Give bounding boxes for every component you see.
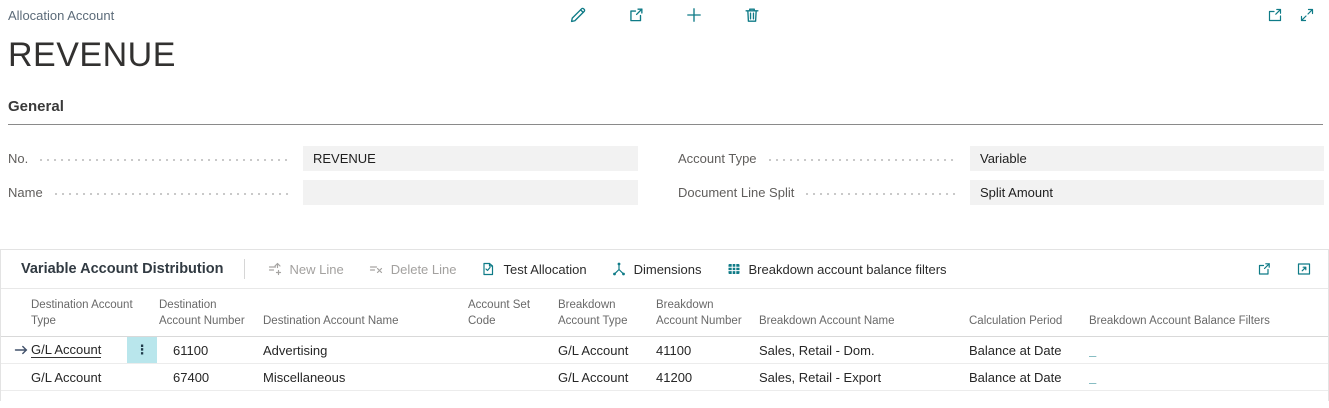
row-context-menu-icon[interactable]: ⋮ xyxy=(127,337,157,363)
field-no-label: No. xyxy=(8,151,28,166)
window-actions xyxy=(1267,7,1315,23)
destination-account-number-link[interactable]: 61100 xyxy=(173,343,208,358)
field-name: Name xyxy=(8,175,638,209)
cell-breakdown-account-type[interactable]: G/L Account xyxy=(558,370,656,385)
delete-line-icon xyxy=(368,261,384,277)
expand-icon[interactable] xyxy=(1299,7,1315,23)
table-row: G/L Account ⋮ 61100 Advertising G/L Acco… xyxy=(1,337,1328,364)
distribution-toolbar: Variable Account Distribution New Line D… xyxy=(1,250,1328,288)
field-no: No. REVENUE xyxy=(8,141,638,175)
general-fields-right: Account Type Variable Document Line Spli… xyxy=(678,141,1324,209)
general-heading-row[interactable]: General xyxy=(8,98,1323,125)
cell-breakdown-account-number[interactable]: 41100 xyxy=(656,343,759,358)
general-fields: No. REVENUE Name Account Type Variable xyxy=(0,125,1329,209)
cell-destination-account-number: 61100 xyxy=(159,343,263,358)
new-line-icon xyxy=(267,261,283,277)
cell-calculation-period[interactable]: Balance at Date xyxy=(969,370,1089,385)
focus-mode-icon[interactable] xyxy=(1296,261,1312,277)
field-document-line-split-label: Document Line Split xyxy=(678,185,794,200)
general-fields-left: No. REVENUE Name xyxy=(8,141,638,209)
command-actions xyxy=(569,6,761,24)
general-heading: General xyxy=(8,98,1323,115)
page-title: REVENUE xyxy=(8,34,1329,76)
test-allocation-button[interactable]: Test Allocation xyxy=(468,261,598,277)
dotted-leader xyxy=(40,159,291,161)
field-document-line-split-value[interactable]: Split Amount xyxy=(970,180,1324,205)
grid-header-row: Destination Account Type Destination Acc… xyxy=(1,288,1328,337)
breakdown-filters-icon xyxy=(726,261,742,277)
delete-icon[interactable] xyxy=(743,6,761,24)
toolbar-divider xyxy=(244,259,245,279)
field-no-value[interactable]: REVENUE xyxy=(303,146,638,171)
new-icon[interactable] xyxy=(685,6,703,24)
breakdown-filters-label: Breakdown account balance filters xyxy=(749,262,947,277)
col-destination-account-type[interactable]: Destination Account Type xyxy=(31,297,159,336)
cell-breakdown-account-name[interactable]: Sales, Retail - Export xyxy=(759,370,969,385)
cell-breakdown-account-name[interactable]: Sales, Retail - Dom. xyxy=(759,343,969,358)
col-breakdown-account-balance-filters[interactable]: Breakdown Account Balance Filters xyxy=(1089,313,1328,336)
test-allocation-icon xyxy=(480,261,496,277)
share-icon[interactable] xyxy=(627,6,645,24)
cell-breakdown-account-number[interactable]: 41200 xyxy=(656,370,759,385)
active-row-arrow-icon xyxy=(13,342,31,358)
distribution-heading: Variable Account Distribution xyxy=(21,261,224,277)
dimensions-label: Dimensions xyxy=(634,262,702,277)
cell-destination-account-name[interactable]: Miscellaneous xyxy=(263,370,468,385)
col-breakdown-account-type[interactable]: Breakdown Account Type xyxy=(558,297,656,336)
new-line-button: New Line xyxy=(255,261,356,277)
field-account-type-label: Account Type xyxy=(678,151,757,166)
dotted-leader xyxy=(55,193,291,195)
distribution-card: Variable Account Distribution New Line D… xyxy=(0,249,1329,401)
delete-line-label: Delete Line xyxy=(391,262,457,277)
distribution-toolbar-right xyxy=(1256,261,1312,277)
cell-destination-account-number[interactable]: 67400 xyxy=(159,370,263,385)
dotted-leader xyxy=(806,193,958,195)
cell-breakdown-account-type[interactable]: G/L Account xyxy=(558,343,656,358)
field-account-type: Account Type Variable xyxy=(678,141,1324,175)
col-destination-account-name[interactable]: Destination Account Name xyxy=(263,313,468,336)
cell-destination-account-type: G/L Account ⋮ xyxy=(31,337,159,363)
cell-breakdown-account-balance-filters[interactable]: _ xyxy=(1089,370,1328,385)
test-allocation-label: Test Allocation xyxy=(503,262,586,277)
dotted-leader xyxy=(769,159,958,161)
empty-grid-area xyxy=(1,391,1328,401)
open-in-new-window-icon[interactable] xyxy=(1267,7,1283,23)
share-icon[interactable] xyxy=(1256,261,1272,277)
command-bar: Allocation Account xyxy=(0,0,1329,30)
field-name-value[interactable] xyxy=(303,180,638,205)
dimensions-icon xyxy=(611,261,627,277)
field-name-label: Name xyxy=(8,185,43,200)
destination-account-type-link[interactable]: G/L Account xyxy=(31,342,101,358)
new-line-label: New Line xyxy=(290,262,344,277)
delete-line-button: Delete Line xyxy=(356,261,469,277)
breadcrumb[interactable]: Allocation Account xyxy=(8,8,114,23)
general-section: General No. REVENUE Name Account Type xyxy=(0,98,1329,209)
field-document-line-split: Document Line Split Split Amount xyxy=(678,175,1324,209)
dimensions-button[interactable]: Dimensions xyxy=(599,261,714,277)
edit-icon[interactable] xyxy=(569,6,587,24)
col-breakdown-account-name[interactable]: Breakdown Account Name xyxy=(759,313,969,336)
cell-destination-account-type[interactable]: G/L Account xyxy=(31,370,159,385)
cell-calculation-period[interactable]: Balance at Date xyxy=(969,343,1089,358)
breakdown-filters-button[interactable]: Breakdown account balance filters xyxy=(714,261,959,277)
col-calculation-period[interactable]: Calculation Period xyxy=(969,313,1089,336)
col-account-set-code[interactable]: Account Set Code xyxy=(468,297,558,336)
col-destination-account-number[interactable]: Destination Account Number xyxy=(159,297,263,336)
cell-breakdown-account-balance-filters[interactable]: _ xyxy=(1089,343,1328,358)
field-account-type-value[interactable]: Variable xyxy=(970,146,1324,171)
col-breakdown-account-number[interactable]: Breakdown Account Number xyxy=(656,297,759,336)
cell-destination-account-name[interactable]: Advertising xyxy=(263,343,468,358)
table-row: G/L Account 67400 Miscellaneous G/L Acco… xyxy=(1,364,1328,391)
allocation-account-page: Allocation Account xyxy=(0,0,1329,408)
